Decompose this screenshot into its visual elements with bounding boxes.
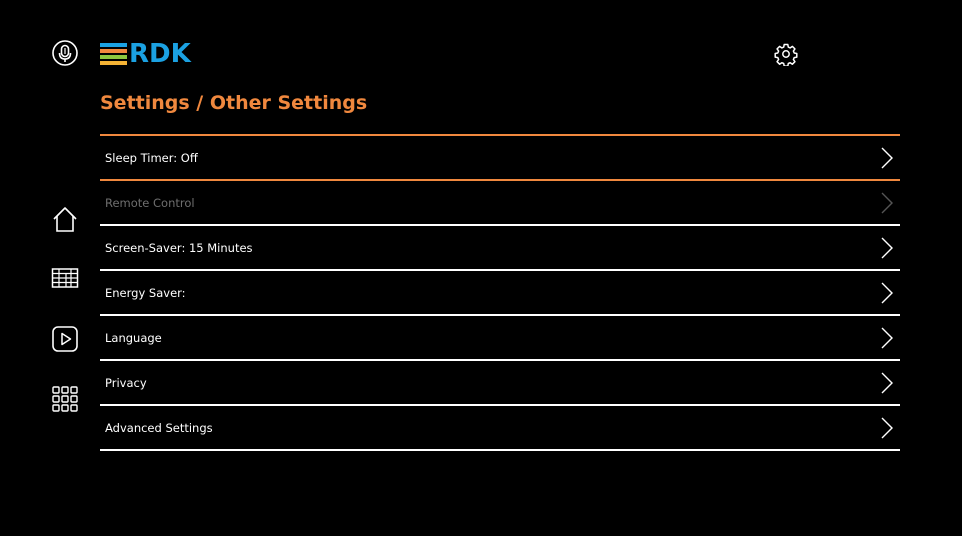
setting-row-advanced-settings[interactable]: Advanced Settings [100, 406, 900, 451]
rdk-logo: RDK [100, 39, 191, 69]
row-label: Energy Saver: [105, 285, 186, 300]
home-icon[interactable] [50, 204, 80, 234]
setting-row-remote-control[interactable]: Remote Control [100, 181, 900, 226]
setting-row-privacy[interactable]: Privacy [100, 361, 900, 406]
row-label: Privacy [105, 375, 147, 390]
setting-row-energy-saver[interactable]: Energy Saver: [100, 271, 900, 316]
apps-icon[interactable] [50, 384, 80, 414]
guide-icon[interactable] [50, 264, 80, 294]
row-label: Sleep Timer: Off [105, 150, 198, 165]
chevron-right-icon [881, 147, 893, 169]
chevron-right-icon [881, 372, 893, 394]
play-icon[interactable] [50, 324, 80, 354]
logo-stripes [100, 43, 127, 65]
row-label: Advanced Settings [105, 420, 213, 435]
chevron-right-icon [881, 327, 893, 349]
page-title: Settings / Other Settings [100, 92, 368, 114]
chevron-right-icon [881, 417, 893, 439]
setting-row-screen-saver[interactable]: Screen-Saver: 15 Minutes [100, 226, 900, 271]
row-label: Language [105, 330, 162, 345]
microphone-icon[interactable] [50, 38, 80, 68]
chevron-right-icon [881, 282, 893, 304]
gear-icon[interactable] [774, 42, 798, 67]
logo-text: RDK [129, 39, 191, 69]
chevron-right-icon [881, 192, 893, 214]
settings-page: RDK Settings / Other Settings Sleep Time… [0, 0, 962, 536]
row-label: Screen-Saver: 15 Minutes [105, 240, 253, 255]
chevron-right-icon [881, 237, 893, 259]
settings-list: Sleep Timer: Off Remote Control Screen-S… [100, 134, 900, 451]
setting-row-language[interactable]: Language [100, 316, 900, 361]
setting-row-sleep-timer[interactable]: Sleep Timer: Off [100, 136, 900, 181]
row-label: Remote Control [105, 195, 195, 210]
